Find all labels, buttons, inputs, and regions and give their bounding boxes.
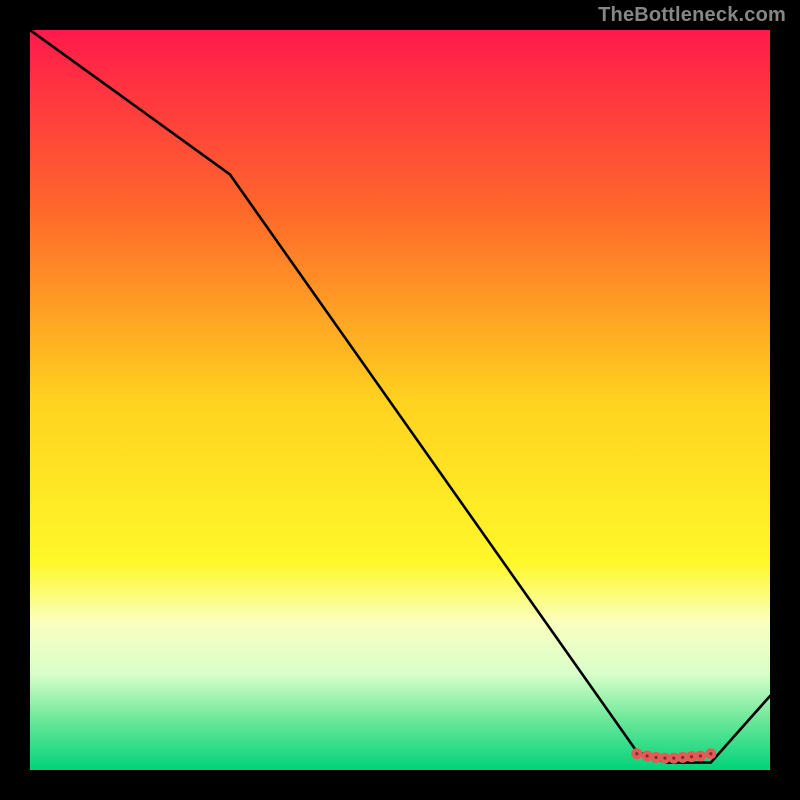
gradient-background (30, 30, 770, 770)
attribution-label: TheBottleneck.com (598, 4, 786, 27)
marker-hole (672, 757, 675, 760)
chart-svg (30, 30, 770, 770)
marker-hole (646, 754, 649, 757)
marker-hole (690, 755, 693, 758)
chart-frame: TheBottleneck.com (0, 0, 800, 800)
marker-hole (654, 756, 657, 759)
marker-hole (681, 756, 684, 759)
marker-hole (663, 757, 666, 760)
marker-hole (699, 754, 702, 757)
plot-area (30, 30, 770, 770)
marker-hole (709, 752, 712, 755)
marker-hole (635, 752, 638, 755)
